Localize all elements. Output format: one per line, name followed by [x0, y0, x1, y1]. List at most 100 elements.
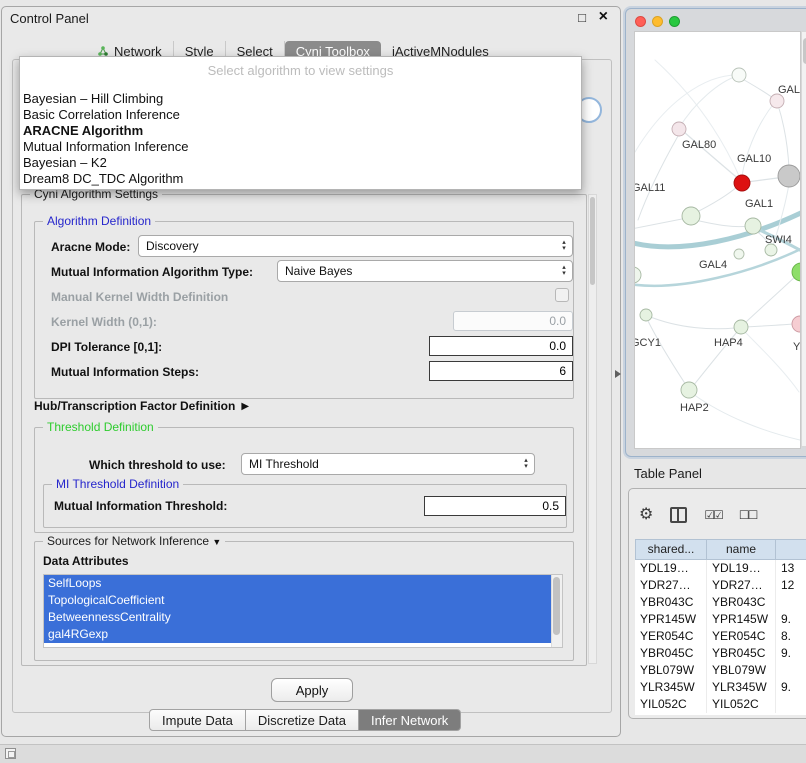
collapsed-arrow-icon[interactable]: ▶ — [241, 401, 249, 412]
sources-group: Sources for Network Inference ▼ Data Att… — [34, 541, 574, 661]
table-row[interactable]: YBL079WYBL079W — [635, 662, 806, 679]
table-cell: YBL079W — [635, 662, 707, 679]
table-row[interactable]: YER054CYER054C8. — [635, 628, 806, 645]
network-node[interactable] — [778, 165, 800, 187]
table-row[interactable]: YBR045CYBR045C9. — [635, 645, 806, 662]
network-node[interactable] — [745, 218, 761, 234]
table-row[interactable]: YIL052CYIL052C — [635, 696, 806, 713]
mi-steps-field[interactable]: 6 — [429, 361, 573, 381]
algorithm-option[interactable]: Mutual Information Inference — [23, 139, 581, 155]
network-node[interactable] — [770, 94, 784, 108]
table-cell: YPR145W — [707, 611, 776, 628]
algorithm-option[interactable]: ARACNE Algorithm — [23, 123, 581, 139]
network-edge — [743, 330, 799, 392]
scrollbar-thumb[interactable] — [553, 577, 560, 635]
algorithm-option[interactable]: Bayesian – Hill Climbing — [23, 91, 581, 107]
kernel-width-field[interactable]: 0.0 — [453, 311, 573, 331]
algorithm-popup-list: Bayesian – Hill ClimbingBasic Correlatio… — [20, 78, 581, 187]
table-cell: 9. — [776, 611, 806, 628]
network-node[interactable] — [732, 68, 746, 82]
settings-scrollbar[interactable] — [588, 194, 597, 664]
selected-value: Discovery — [139, 239, 556, 253]
column-header[interactable]: shared... — [635, 539, 707, 560]
close-traffic-light-icon[interactable] — [635, 16, 646, 27]
selected-value: Naive Bayes — [278, 264, 556, 278]
table-cell: YDR27… — [635, 577, 707, 594]
splitter-arrow-icon[interactable] — [615, 370, 621, 378]
group-title: MI Threshold Definition — [52, 477, 183, 491]
tab-infer-network[interactable]: Infer Network — [359, 709, 461, 731]
dropdown-placeholder: Select algorithm to view settings — [20, 57, 581, 78]
restore-panel-icon[interactable] — [5, 748, 16, 759]
updown-arrows-icon: ▴▾ — [556, 265, 572, 277]
apply-button[interactable]: Apply — [271, 678, 353, 702]
network-node[interactable] — [635, 267, 641, 283]
attribute-item[interactable]: TopologicalCoefficient — [44, 592, 552, 609]
close-window-icon[interactable]: × — [599, 8, 608, 26]
network-edge — [695, 220, 748, 227]
mi-threshold-field[interactable]: 0.5 — [424, 496, 566, 516]
network-node[interactable] — [792, 316, 800, 332]
table-row[interactable]: YBR043CYBR043C — [635, 594, 806, 611]
network-scrollbar[interactable] — [801, 31, 806, 447]
sources-title: Sources for Network Inference — [47, 534, 209, 548]
network-node[interactable] — [734, 175, 750, 191]
scrollbar-thumb[interactable] — [590, 197, 595, 285]
attribute-item[interactable]: gal4RGexp — [44, 626, 552, 643]
node-label: HAP4 — [714, 337, 743, 349]
tab-discretize-data[interactable]: Discretize Data — [246, 709, 359, 731]
selected-value: MI Threshold — [242, 457, 518, 471]
manual-kernel-width-checkbox[interactable] — [555, 288, 569, 302]
tab-label: Impute Data — [162, 713, 233, 728]
aracne-mode-select[interactable]: Discovery ▴▾ — [138, 235, 573, 257]
network-edge — [638, 136, 678, 220]
network-node[interactable] — [640, 309, 652, 321]
algorithm-option[interactable]: Dream8 DC_TDC Algorithm — [23, 171, 581, 187]
hub-transcription-factor-section[interactable]: Hub/Transcription Factor Definition ▶ — [34, 399, 249, 413]
updown-arrows-icon: ▴▾ — [556, 240, 572, 252]
attribute-item[interactable]: SelfLoops — [44, 575, 552, 592]
gear-icon[interactable]: ⚙ — [639, 507, 653, 523]
float-window-icon[interactable]: □ — [578, 10, 586, 25]
column-header[interactable] — [776, 539, 806, 560]
columns-icon[interactable] — [670, 507, 687, 523]
network-graph: GAL80GAL80GAL10GAL11GAL1SWI4GAL4GCY1HAP4… — [635, 32, 800, 448]
deselect-all-checkboxes-icon[interactable]: ☐☐ — [739, 508, 757, 522]
network-canvas[interactable]: GAL80GAL80GAL10GAL11GAL1SWI4GAL4GCY1HAP4… — [634, 31, 801, 449]
table-cell: YER054C — [707, 628, 776, 645]
cyni-algorithm-settings-group: Cyni Algorithm Settings Algorithm Defini… — [21, 194, 587, 666]
table-row[interactable]: YPR145WYPR145W9. — [635, 611, 806, 628]
minimize-traffic-light-icon[interactable] — [652, 16, 663, 27]
column-header[interactable]: name — [707, 539, 776, 560]
dpi-tolerance-field[interactable]: 0.0 — [429, 336, 573, 356]
zoom-traffic-light-icon[interactable] — [669, 16, 680, 27]
network-edge — [778, 105, 789, 168]
table-row[interactable]: YDL19…YDL19…13 — [635, 560, 806, 577]
dpi-tolerance-label: DPI Tolerance [0,1]: — [51, 340, 162, 354]
table-cell: 13 — [776, 560, 806, 577]
expanded-arrow-icon[interactable]: ▼ — [212, 537, 221, 547]
network-node[interactable] — [682, 207, 700, 225]
select-all-checkboxes-icon[interactable]: ☑☑ — [704, 508, 722, 522]
node-label: GAL1 — [745, 198, 773, 210]
network-node[interactable] — [672, 122, 686, 136]
hub-section-label: Hub/Transcription Factor Definition — [34, 399, 235, 413]
algorithm-option[interactable]: Bayesian – K2 — [23, 155, 581, 171]
network-node[interactable] — [734, 320, 748, 334]
network-node[interactable] — [681, 382, 697, 398]
table-row[interactable]: YLR345WYLR345W9. — [635, 679, 806, 696]
mi-algorithm-type-select[interactable]: Naive Bayes ▴▾ — [277, 260, 573, 282]
algorithm-option[interactable]: Basic Correlation Inference — [23, 107, 581, 123]
table-cell: YIL052C — [635, 696, 707, 713]
table-cell: YBL079W — [707, 662, 776, 679]
attribute-item[interactable]: BetweennessCentrality — [44, 609, 552, 626]
table-cell: YDL19… — [707, 560, 776, 577]
table-row[interactable]: YDR27…YDR27…12 — [635, 577, 806, 594]
data-attributes-list[interactable]: SelfLoopsTopologicalCoefficientBetweenne… — [43, 574, 563, 648]
attributes-scrollbar[interactable] — [551, 575, 562, 647]
which-threshold-select[interactable]: MI Threshold ▴▾ — [241, 453, 535, 475]
aracne-mode-label: Aracne Mode: — [51, 240, 130, 254]
tab-impute-data[interactable]: Impute Data — [149, 709, 246, 731]
network-node[interactable] — [734, 249, 744, 259]
group-title: Threshold Definition — [43, 420, 158, 434]
